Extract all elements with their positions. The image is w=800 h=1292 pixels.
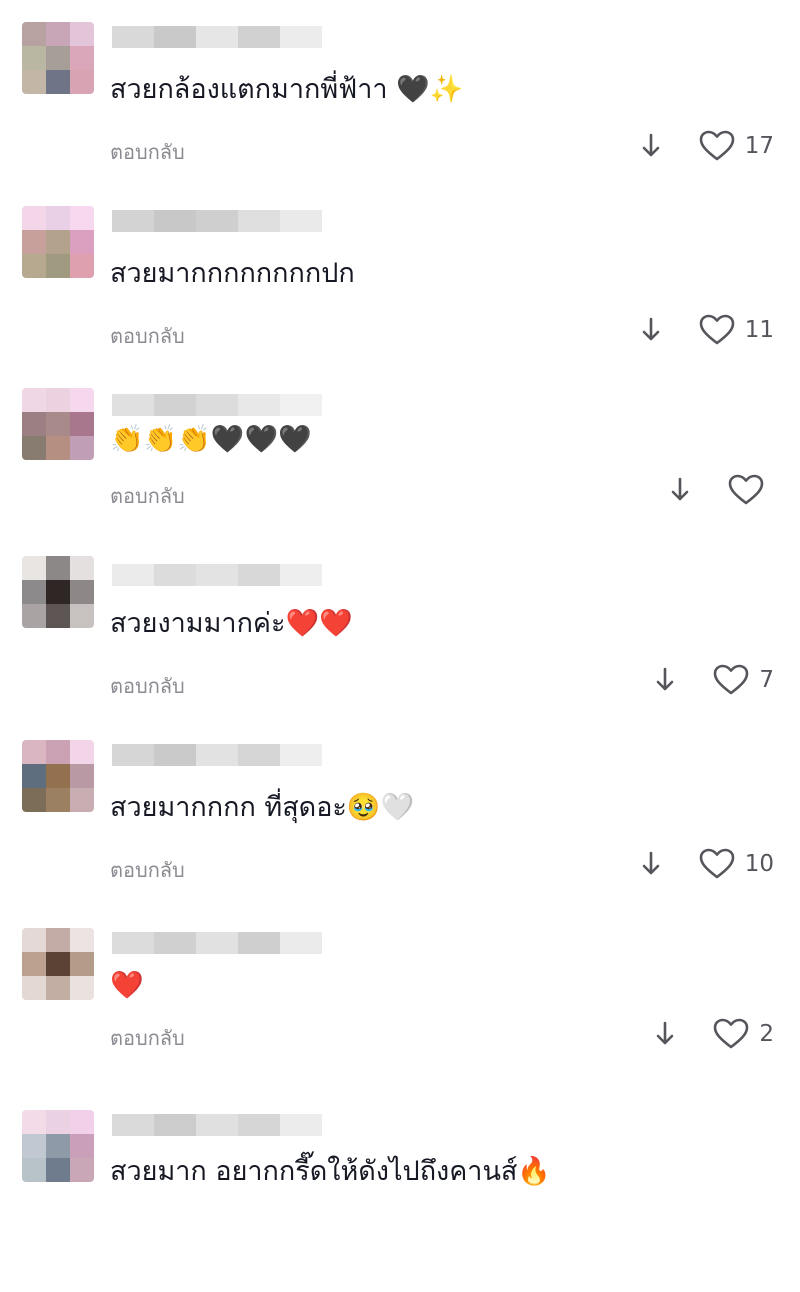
heart-icon <box>699 314 735 345</box>
username-blurred[interactable] <box>112 394 322 416</box>
arrow-down-icon <box>642 133 660 157</box>
comment-item: ❤️ ตอบกลับ 2 <box>0 928 800 1110</box>
reply-button[interactable]: ตอบกลับ <box>110 854 185 886</box>
heart-icon <box>699 130 735 161</box>
avatar[interactable] <box>22 206 94 278</box>
arrow-down-icon <box>657 1021 674 1045</box>
comment-actions: 7 <box>653 660 774 700</box>
comment-item: สวยมาก อยากกรี๊ดให้ดังไปถึงคานส์🔥 <box>0 1110 800 1292</box>
comment-text: สวยมากกกก ที่สุดอะ🥹🤍 <box>110 792 415 823</box>
like-count: 11 <box>744 317 774 343</box>
dislike-button[interactable] <box>668 475 692 505</box>
comment-actions: 2 <box>653 1014 774 1054</box>
reply-button[interactable]: ตอบกลับ <box>110 670 185 702</box>
reply-button[interactable]: ตอบกลับ <box>110 1022 185 1054</box>
like-button[interactable] <box>728 474 774 506</box>
comment-item: สวยงามมากค่ะ❤️❤️ ตอบกลับ 7 <box>0 556 800 738</box>
username-blurred[interactable] <box>112 1114 322 1136</box>
avatar[interactable] <box>22 1110 94 1182</box>
username-blurred[interactable] <box>112 932 322 954</box>
like-count: 17 <box>744 133 774 159</box>
like-button[interactable]: 10 <box>699 848 774 880</box>
comment-actions <box>668 470 774 510</box>
comment-actions: 11 <box>639 310 774 350</box>
comment-item: สวยมากกกกกกกกปก ตอบกลับ 11 <box>0 206 800 388</box>
like-button[interactable]: 17 <box>699 130 774 162</box>
like-count: 7 <box>759 667 774 693</box>
arrow-down-icon <box>671 477 689 501</box>
comment-actions: 10 <box>639 844 774 884</box>
comment-text: สวยกล้องแตกมากพี่ฟ้าา 🖤✨ <box>110 74 464 105</box>
username-blurred[interactable] <box>112 210 322 232</box>
arrow-down-icon <box>642 317 660 341</box>
reply-button[interactable]: ตอบกลับ <box>110 136 185 168</box>
like-button[interactable]: 11 <box>699 314 774 346</box>
comment-text: 👏👏👏🖤🖤🖤 <box>110 424 312 455</box>
like-button[interactable]: 7 <box>713 664 774 696</box>
reply-button[interactable]: ตอบกลับ <box>110 480 185 512</box>
avatar[interactable] <box>22 22 94 94</box>
arrow-down-icon <box>657 667 674 691</box>
dislike-button[interactable] <box>639 849 663 879</box>
dislike-button[interactable] <box>653 1019 677 1049</box>
heart-icon <box>699 848 735 879</box>
comment-item: สวยกล้องแตกมากพี่ฟ้าา 🖤✨ ตอบกลับ 17 <box>0 22 800 204</box>
comment-actions: 17 <box>639 126 774 166</box>
like-count: 2 <box>759 1021 774 1047</box>
dislike-button[interactable] <box>639 131 663 161</box>
comment-item: สวยมากกกก ที่สุดอะ🥹🤍 ตอบกลับ 10 <box>0 740 800 922</box>
dislike-button[interactable] <box>653 665 677 695</box>
reply-button[interactable]: ตอบกลับ <box>110 320 185 352</box>
avatar[interactable] <box>22 928 94 1000</box>
avatar[interactable] <box>22 556 94 628</box>
like-button[interactable]: 2 <box>713 1018 774 1050</box>
comment-text: ❤️ <box>110 970 144 1001</box>
avatar[interactable] <box>22 388 94 460</box>
like-count: 10 <box>744 851 774 877</box>
heart-icon <box>714 1018 749 1049</box>
username-blurred[interactable] <box>112 26 322 48</box>
heart-icon <box>728 474 764 505</box>
heart-icon <box>714 664 749 695</box>
comment-item: 👏👏👏🖤🖤🖤 ตอบกลับ <box>0 372 800 554</box>
comment-text: สวยมากกกกกกกกปก <box>110 258 355 289</box>
arrow-down-icon <box>642 851 660 875</box>
comment-text: สวยงามมากค่ะ❤️❤️ <box>110 608 353 639</box>
username-blurred[interactable] <box>112 744 322 766</box>
avatar[interactable] <box>22 740 94 812</box>
dislike-button[interactable] <box>639 315 663 345</box>
username-blurred[interactable] <box>112 564 322 586</box>
comment-text: สวยมาก อยากกรี๊ดให้ดังไปถึงคานส์🔥 <box>110 1156 552 1187</box>
